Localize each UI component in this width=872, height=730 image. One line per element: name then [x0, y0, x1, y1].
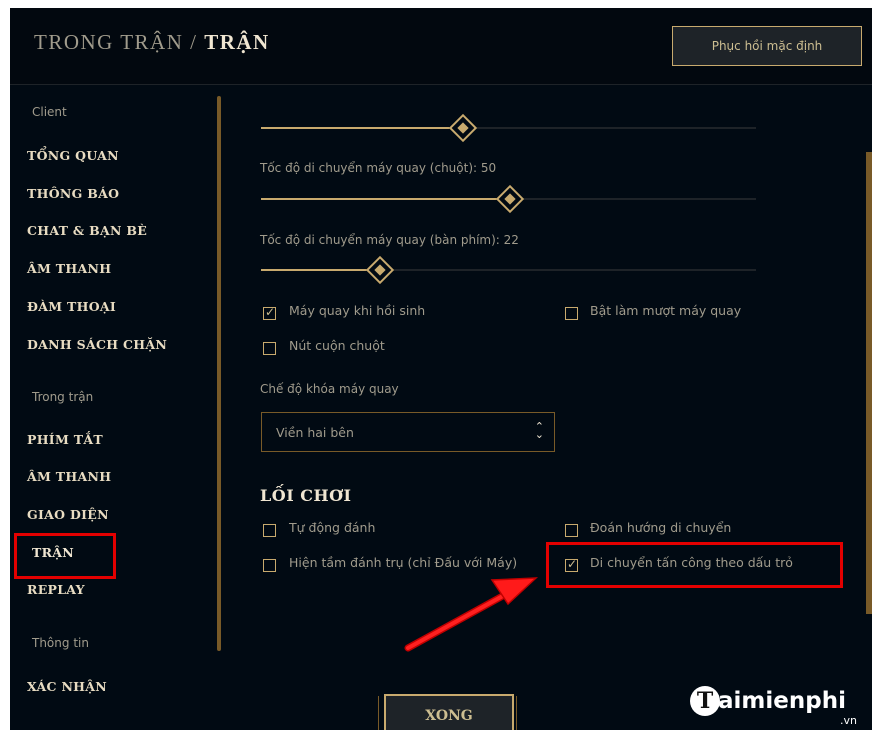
smooth-camera-checkbox[interactable] [565, 307, 578, 320]
header-bar: TRONG TRẬN / TRẬN Phục hồi mặc định [10, 8, 872, 85]
camera-lock-value: Viền hai bên [276, 425, 354, 440]
slider-fill-top [261, 127, 461, 129]
highlight-box-sidebar [14, 533, 116, 579]
page-title: TRONG TRẬN / TRẬN [34, 30, 270, 55]
sidebar-item-replay[interactable]: REPLAY [27, 582, 85, 597]
smooth-camera-label: Bật làm mượt máy quay [590, 303, 742, 318]
mouse-speed-label: Tốc độ di chuyển máy quay (chuột): 50 [260, 161, 497, 175]
auto-attack-checkbox[interactable] [263, 524, 276, 537]
sidebar-item-sound-ingame[interactable]: ÂM THANH [27, 469, 111, 484]
sidebar-item-voice[interactable]: ĐÀM THOẠI [27, 299, 116, 314]
sidebar-header-info: Thông tin [32, 636, 89, 650]
keyboard-speed-label: Tốc độ di chuyển máy quay (bàn phím): 22 [260, 233, 519, 247]
camera-lock-label: Chế độ khóa máy quay [260, 382, 399, 396]
predict-movement-label: Đoán hướng di chuyển [590, 520, 732, 535]
slider-thumb-top[interactable] [448, 113, 478, 143]
mouse-scroll-label: Nút cuộn chuột [289, 338, 385, 353]
done-button-right-bar [516, 696, 521, 730]
respawn-camera-checkbox[interactable]: ✓ [263, 305, 276, 320]
sidebar-item-sound-client[interactable]: ÂM THANH [27, 261, 111, 276]
done-button-left-bar [378, 696, 383, 730]
done-button[interactable]: XONG [384, 694, 514, 730]
sidebar-item-block-list[interactable]: DANH SÁCH CHẶN [27, 337, 167, 352]
sidebar-header-client: Client [32, 105, 67, 119]
watermark-suffix: .vn [840, 714, 857, 727]
respawn-camera-label: Máy quay khi hồi sinh [289, 303, 426, 318]
mouse-scroll-checkbox[interactable] [263, 342, 276, 355]
keyboard-speed-thumb[interactable] [365, 255, 395, 285]
breadcrumb-parent: TRONG TRẬN / [34, 30, 198, 54]
keyboard-speed-fill [261, 269, 378, 271]
watermark-logo-letter: T [690, 686, 720, 716]
reset-defaults-button[interactable]: Phục hồi mặc định [672, 26, 862, 66]
turret-range-label: Hiện tầm đánh trụ (chỉ Đấu với Máy) [289, 555, 518, 570]
predict-movement-checkbox[interactable] [565, 524, 578, 537]
sidebar-item-notifications[interactable]: THÔNG BÁO [27, 186, 119, 201]
turret-range-checkbox[interactable] [263, 559, 276, 572]
auto-attack-label: Tự động đánh [289, 520, 376, 535]
sidebar-item-overview[interactable]: TỔNG QUAN [27, 148, 119, 163]
camera-lock-select[interactable]: Viền hai bên ⌃ ⌄ [261, 412, 555, 452]
sidebar-scrollbar[interactable] [217, 96, 221, 651]
watermark-text: aimienphi [718, 688, 846, 714]
highlight-box-option [546, 542, 843, 588]
mouse-speed-fill [261, 198, 508, 200]
sidebar-item-hotkeys[interactable]: PHÍM TẮT [27, 432, 103, 447]
gameplay-section-title: LỐI CHƠI [260, 486, 352, 505]
sidebar-item-chat-friends[interactable]: CHAT & BẠN BÈ [27, 223, 147, 238]
content-scrollbar[interactable] [866, 152, 872, 614]
sidebar-header-ingame: Trong trận [32, 390, 94, 404]
check-icon: ✓ [265, 305, 276, 319]
sidebar-item-confirm[interactable]: XÁC NHẬN [27, 679, 107, 694]
sidebar-item-interface[interactable]: GIAO DIỆN [27, 507, 109, 522]
mouse-speed-thumb[interactable] [495, 184, 525, 214]
settings-window: TRONG TRẬN / TRẬN Phục hồi mặc định Clie… [10, 8, 872, 730]
up-down-chevron-icon: ⌃ ⌄ [534, 420, 544, 441]
breadcrumb-current: TRẬN [204, 30, 270, 54]
